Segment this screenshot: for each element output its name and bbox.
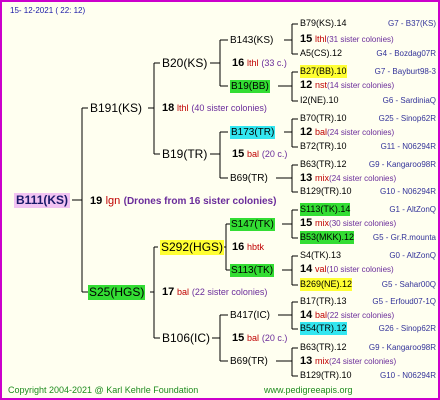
- gen4-drone-info-22: 13 mix(24 sister colonies): [300, 355, 396, 368]
- gen4-queen-2[interactable]: A5(CS).12: [300, 47, 342, 60]
- gen4-queen-23[interactable]: B129(TR).10: [300, 369, 352, 382]
- gen4-num-19: 14: [300, 309, 313, 321]
- gen4-queen-11[interactable]: B129(TR).10: [300, 185, 352, 198]
- gen4-note-22: (24 sister colonies): [329, 357, 397, 366]
- gen4-note-19: (22 sister colonies): [327, 311, 395, 320]
- gen4-note-10: (24 sister colonies): [329, 174, 397, 183]
- gen4-origin-5: G6 - SardiniaQ: [382, 96, 436, 105]
- gen4-num-13: 15: [300, 217, 313, 229]
- gen4-drone-info-7: 12 bal(24 sister colonies): [300, 126, 394, 139]
- gen4-num-4: 12: [300, 79, 313, 91]
- gen4-queen-9[interactable]: B63(TR).12: [300, 158, 347, 171]
- gen4-queen-17[interactable]: B269(NE).12: [300, 278, 353, 291]
- gen4-num-7: 12: [300, 126, 313, 138]
- gen4-queen-6[interactable]: B70(TR).10: [300, 112, 347, 125]
- gen4-breed-7: bal: [315, 127, 328, 137]
- gen4-origin-14: G5 - Gr.R.mounta: [372, 233, 436, 242]
- gen4-origin-3: G7 - Bayburt98-3: [374, 67, 436, 76]
- gen4-queen-18[interactable]: B17(TR).13: [300, 295, 347, 308]
- gen4-origin-23: G10 - N06294R: [379, 371, 436, 380]
- pedigree-frame: 15- 12-2021 ( 22: 12) B111(KS) 19 lgn (D…: [0, 0, 440, 400]
- gen4-origin-20: G26 - Sinop62R: [378, 324, 436, 333]
- gen4-queen-5[interactable]: I2(NE).10: [300, 94, 339, 107]
- gen4-breed-10: mix: [315, 173, 330, 183]
- gen4-breed-1: lthl: [315, 34, 327, 44]
- gen4-origin-11: G10 - N06294R: [379, 187, 436, 196]
- footer-copyright: Copyright 2004-2021 @ Karl Kehrle Founda…: [8, 385, 199, 395]
- gen4-origin-15: G0 - AltZonQ: [389, 251, 436, 260]
- gen4-note-1: (31 sister colonies): [326, 35, 394, 44]
- gen4-origin-12: G1 - AltZonQ: [389, 205, 436, 214]
- gen4-origin-9: G9 - Kangaroo98R: [368, 160, 436, 169]
- gen4-queen-0[interactable]: B79(KS).14: [300, 17, 347, 30]
- gen4-drone-info-16: 14 val(10 sister colonies): [300, 263, 394, 276]
- gen4-queen-12[interactable]: S113(TK).14: [300, 203, 351, 216]
- gen4-num-10: 13: [300, 172, 313, 184]
- gen4-drone-info-13: 15 mix(30 sister colonies): [300, 217, 396, 230]
- gen4-breed-22: mix: [315, 356, 330, 366]
- gen4-origin-6: G25 - Sinop62R: [378, 114, 436, 123]
- gen4-num-16: 14: [300, 263, 313, 275]
- gen4-note-13: (30 sister colonies): [329, 219, 397, 228]
- gen4-queen-14[interactable]: B53(MKK).12: [300, 231, 355, 244]
- gen4-queen-3[interactable]: B27(BB).10: [300, 65, 347, 78]
- gen4-queen-20[interactable]: B54(TR).12: [300, 322, 347, 335]
- gen4-num-22: 13: [300, 355, 313, 367]
- gen4-breed-16: val: [315, 264, 327, 274]
- gen4-origin-17: G5 - Sahar00Q: [381, 280, 436, 289]
- gen4-queen-21[interactable]: B63(TR).12: [300, 341, 347, 354]
- gen4-num-1: 15: [300, 33, 313, 45]
- gen4-origin-8: G11 - N06294R: [380, 142, 436, 151]
- gen4-breed-13: mix: [315, 218, 330, 228]
- gen4-drone-info-1: 15 lthl(31 sister colonies): [300, 33, 394, 46]
- gen4-note-16: (10 sister colonies): [326, 265, 394, 274]
- gen4-breed-19: bal: [315, 310, 328, 320]
- gen4-queen-8[interactable]: B72(TR).10: [300, 140, 347, 153]
- gen4-drone-info-4: 12 nst(14 sister colonies): [300, 79, 394, 92]
- gen4-queen-15[interactable]: S4(TK).13: [300, 249, 341, 262]
- gen4-origin-21: G9 - Kangaroo98R: [368, 343, 436, 352]
- gen4-origin-18: G5 - Erfoud07-1Q: [372, 297, 436, 306]
- gen4-origin-0: G7 - B37(KS): [387, 19, 436, 28]
- gen4-note-4: (14 sister colonies): [327, 81, 395, 90]
- footer-url[interactable]: www.pedigreeapis.org: [264, 384, 353, 397]
- gen4-breed-4: nst: [315, 80, 328, 90]
- gen4-drone-info-19: 14 bal(22 sister colonies): [300, 309, 394, 322]
- gen4-drone-info-10: 13 mix(24 sister colonies): [300, 172, 396, 185]
- gen4-origin-2: G4 - Bozdag07R: [376, 49, 436, 58]
- gen4-note-7: (24 sister colonies): [327, 128, 395, 137]
- gen4-column: B79(KS).14 G7 - B37(KS) 15 lthl(31 sister …: [2, 2, 438, 398]
